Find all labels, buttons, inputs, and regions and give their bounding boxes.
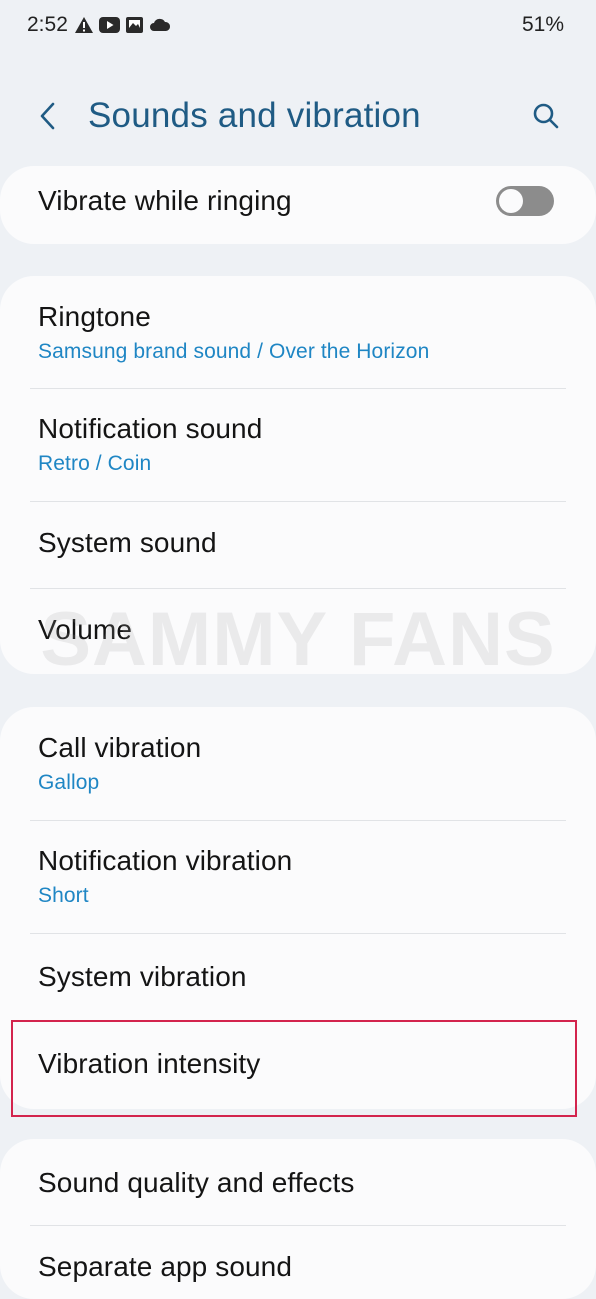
list-item-title: Notification sound: [38, 413, 263, 444]
list-item-title: Notification vibration: [38, 845, 293, 876]
list-item-subtitle: Retro / Coin: [38, 452, 152, 475]
vibrations-card: Call vibration Gallop Notification vibra…: [0, 707, 596, 1109]
list-item-vibration-intensity[interactable]: Vibration intensity: [0, 1020, 596, 1109]
list-item-title: Call vibration: [38, 732, 202, 763]
vibrate-while-ringing-card: Vibrate while ringing: [0, 166, 596, 244]
list-item-subtitle: Short: [38, 884, 89, 907]
page-title: Sounds and vibration: [88, 96, 421, 135]
list-item-call-vibration[interactable]: Call vibration Gallop: [0, 707, 596, 820]
youtube-icon: [99, 17, 120, 33]
vibrate-while-ringing-row[interactable]: Vibrate while ringing: [0, 166, 596, 244]
list-item-system-sound[interactable]: System sound: [0, 502, 596, 588]
list-item-sound-quality[interactable]: Sound quality and effects: [0, 1139, 596, 1225]
list-item-title: Vibration intensity: [38, 1048, 261, 1079]
cloud-icon: [149, 18, 171, 32]
list-item-volume[interactable]: Volume: [0, 589, 596, 674]
more-settings-card: Sound quality and effects Separate app s…: [0, 1139, 596, 1299]
vibrate-while-ringing-label: Vibrate while ringing: [38, 185, 292, 216]
list-item-title: Ringtone: [38, 301, 151, 332]
gallery-icon: [125, 16, 144, 34]
battery-percentage: 51%: [521, 13, 564, 36]
list-item-subtitle: Samsung brand sound / Over the Horizon: [38, 340, 430, 363]
back-button[interactable]: [26, 94, 70, 142]
search-button[interactable]: [522, 94, 570, 142]
status-bar: 2:52 51%: [0, 0, 596, 52]
sounds-card: Ringtone Samsung brand sound / Over the …: [0, 276, 596, 674]
list-item-title: Volume: [38, 614, 132, 645]
status-icons: [74, 15, 171, 35]
list-item-ringtone[interactable]: Ringtone Samsung brand sound / Over the …: [0, 276, 596, 388]
toggle-knob: [499, 189, 523, 213]
warning-icon: [74, 16, 94, 34]
list-item-title: Separate app sound: [38, 1251, 293, 1282]
list-item-title: System vibration: [38, 961, 247, 992]
search-icon: [531, 101, 561, 136]
vibrate-while-ringing-toggle[interactable]: [496, 186, 554, 216]
list-item-subtitle: Gallop: [38, 771, 100, 794]
list-item-system-vibration[interactable]: System vibration: [0, 934, 596, 1020]
list-item-notification-sound[interactable]: Notification sound Retro / Coin: [0, 389, 596, 501]
list-item-separate-app-sound[interactable]: Separate app sound: [0, 1226, 596, 1299]
list-item-title: System sound: [38, 527, 217, 558]
list-item-notification-vibration[interactable]: Notification vibration Short: [0, 821, 596, 933]
status-time: 2:52: [27, 13, 68, 36]
list-item-title: Sound quality and effects: [38, 1167, 355, 1198]
chevron-left-icon: [38, 101, 58, 136]
app-header: Sounds and vibration: [0, 80, 596, 156]
